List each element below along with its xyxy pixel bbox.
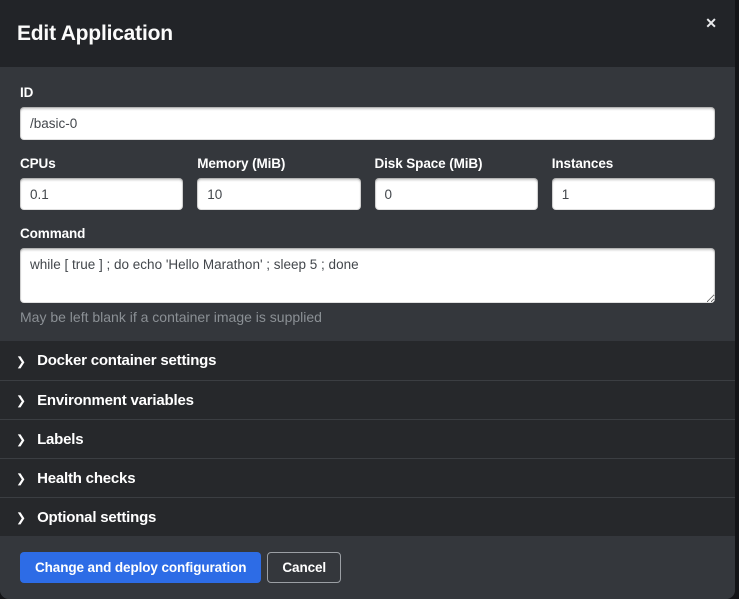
section-docker-container-settings[interactable]: ❯ Docker container settings <box>0 341 735 380</box>
chevron-right-icon: ❯ <box>16 473 26 485</box>
chevron-right-icon: ❯ <box>16 512 26 524</box>
memory-input[interactable] <box>197 178 360 210</box>
application-form: ID CPUs Memory (MiB) Disk Space (MiB) In… <box>0 67 735 341</box>
chevron-right-icon: ❯ <box>16 395 26 407</box>
command-label: Command <box>20 226 715 241</box>
command-field-group: Command while [ true ] ; do echo 'Hello … <box>20 226 715 325</box>
section-labels[interactable]: ❯ Labels <box>0 419 735 458</box>
cpus-input[interactable] <box>20 178 183 210</box>
cpus-field-group: CPUs <box>20 156 183 210</box>
section-label: Docker container settings <box>37 352 216 369</box>
id-input[interactable] <box>20 107 715 140</box>
section-label: Optional settings <box>37 509 156 526</box>
modal-title: Edit Application <box>17 22 173 46</box>
close-button[interactable]: ✕ <box>699 12 723 34</box>
command-textarea[interactable]: while [ true ] ; do echo 'Hello Marathon… <box>20 248 715 303</box>
id-field-group: ID <box>20 85 715 140</box>
section-label: Labels <box>37 431 83 448</box>
memory-label: Memory (MiB) <box>197 156 360 171</box>
section-optional-settings[interactable]: ❯ Optional settings <box>0 497 735 536</box>
collapsible-sections: ❯ Docker container settings ❯ Environmen… <box>0 341 735 536</box>
modal-footer: Change and deploy configuration Cancel <box>0 536 735 599</box>
chevron-right-icon: ❯ <box>16 355 26 367</box>
cancel-button[interactable]: Cancel <box>267 552 341 583</box>
cpus-label: CPUs <box>20 156 183 171</box>
close-icon: ✕ <box>705 15 717 31</box>
edit-application-modal: Edit Application ✕ ID CPUs Memory (MiB) … <box>0 0 735 599</box>
disk-field-group: Disk Space (MiB) <box>375 156 538 210</box>
id-label: ID <box>20 85 715 100</box>
instances-field-group: Instances <box>552 156 715 210</box>
change-and-deploy-button[interactable]: Change and deploy configuration <box>20 552 261 583</box>
resources-row: CPUs Memory (MiB) Disk Space (MiB) Insta… <box>20 156 715 210</box>
section-label: Environment variables <box>37 392 194 409</box>
section-environment-variables[interactable]: ❯ Environment variables <box>0 380 735 419</box>
disk-label: Disk Space (MiB) <box>375 156 538 171</box>
modal-header: Edit Application ✕ <box>0 0 735 67</box>
memory-field-group: Memory (MiB) <box>197 156 360 210</box>
section-health-checks[interactable]: ❯ Health checks <box>0 458 735 497</box>
section-label: Health checks <box>37 470 135 487</box>
instances-input[interactable] <box>552 178 715 210</box>
disk-input[interactable] <box>375 178 538 210</box>
instances-label: Instances <box>552 156 715 171</box>
command-help-text: May be left blank if a container image i… <box>20 309 715 325</box>
chevron-right-icon: ❯ <box>16 434 26 446</box>
